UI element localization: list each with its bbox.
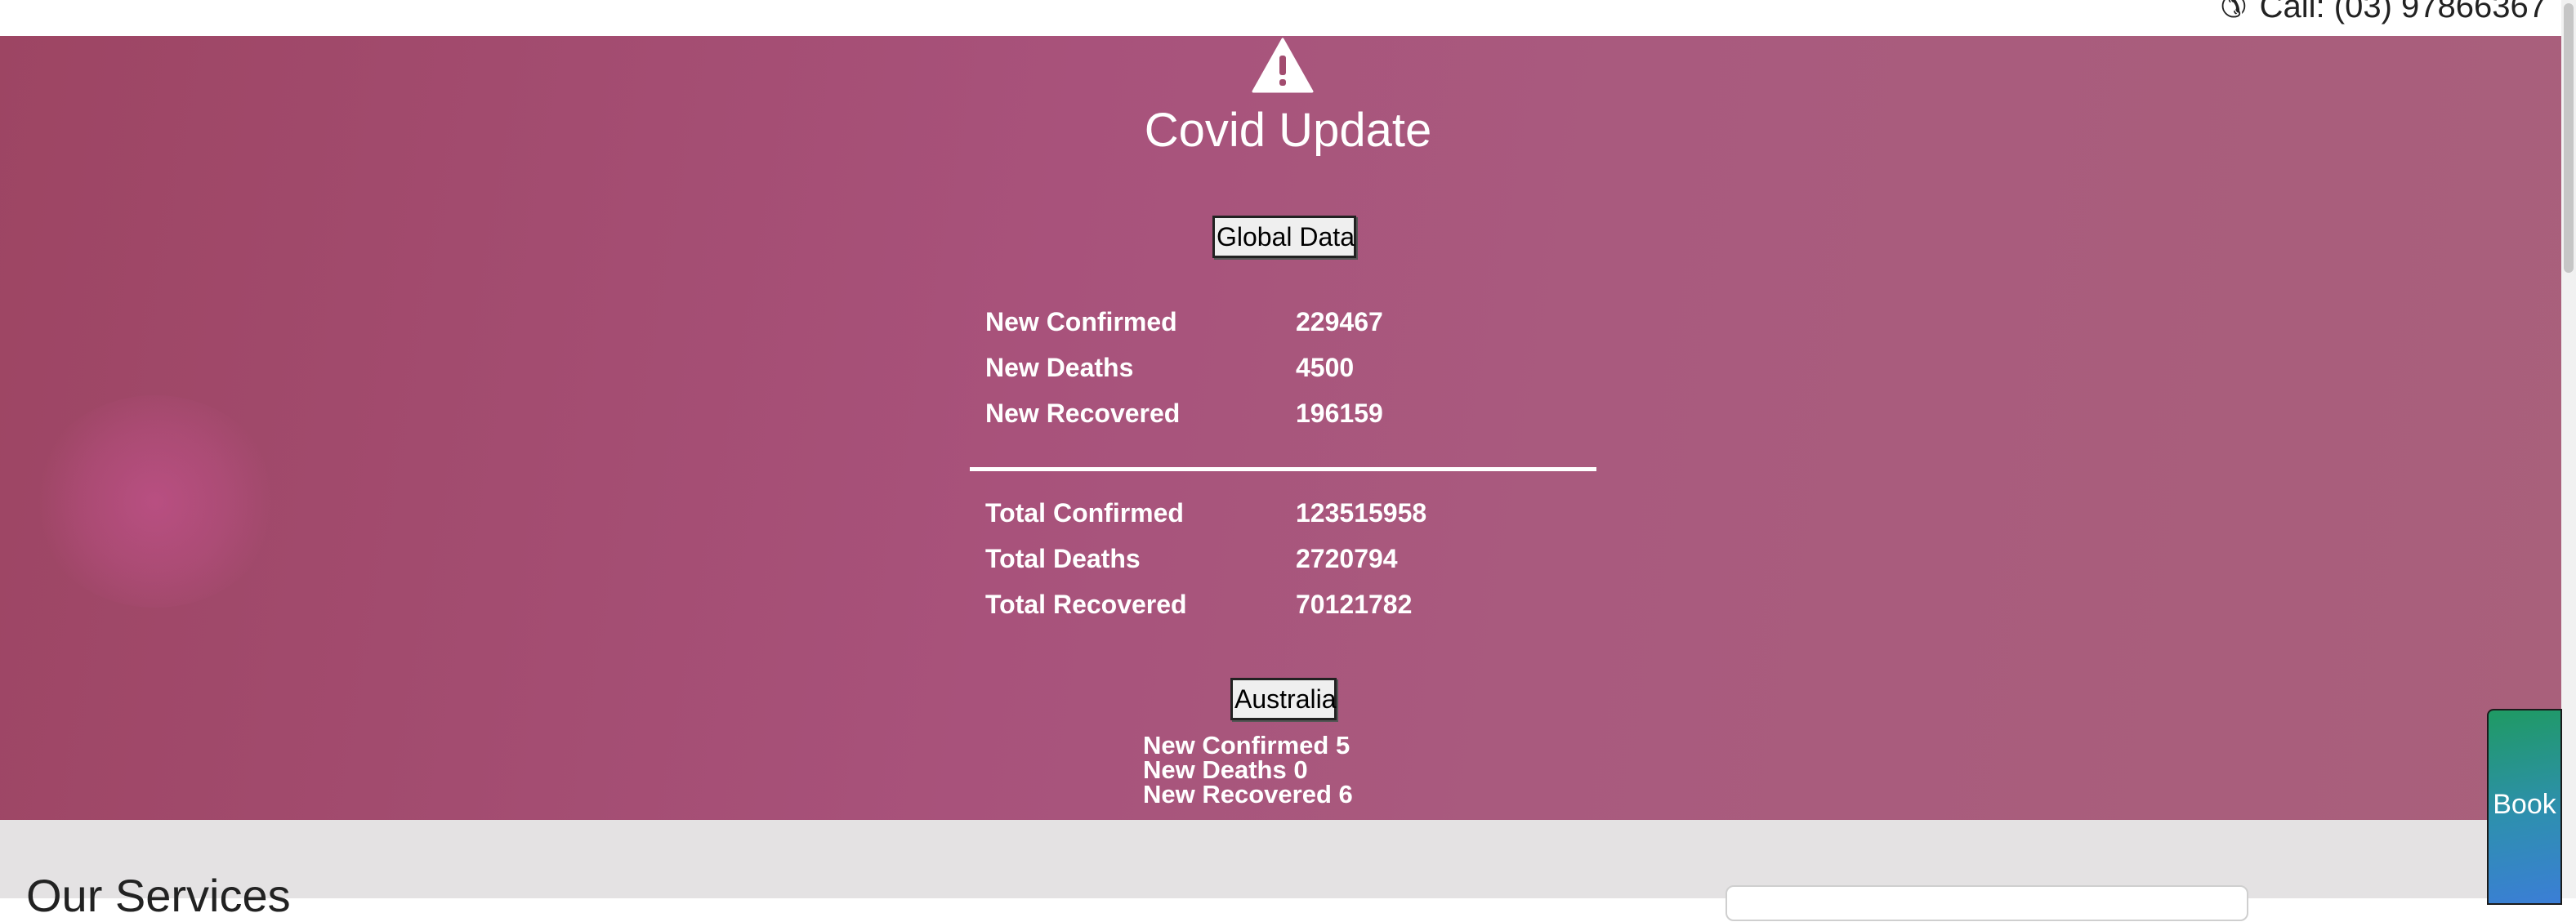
services-title: Our Services — [26, 870, 291, 921]
global-data-button[interactable]: Global Data — [1212, 216, 1356, 258]
stat-value: 70121782 — [1296, 589, 1413, 619]
list-item: New Confirmed 5 — [1143, 731, 1351, 759]
phone-icon: ✆ — [2220, 0, 2247, 24]
australia-button[interactable]: Australia — [1230, 678, 1337, 720]
stat-label: New Deaths — [985, 352, 1134, 382]
stat-label: Total Deaths — [985, 543, 1141, 573]
stat-row: Total Deaths 2720794 — [985, 536, 1426, 581]
book-label: Book — [2493, 789, 2556, 820]
stats-divider — [970, 467, 1596, 471]
scrollbar-thumb[interactable] — [2564, 3, 2574, 273]
page-scrollbar[interactable] — [2561, 0, 2576, 898]
stat-row: New Confirmed 229467 — [985, 299, 1383, 345]
services-section: Our Services — [0, 820, 2576, 921]
list-item: New Deaths 0 — [1143, 755, 1308, 784]
services-card — [1726, 885, 2248, 921]
stat-label: Total Confirmed — [985, 497, 1184, 528]
call-link[interactable]: ✆ Call: (03) 97866367 — [2221, 0, 2547, 25]
stat-value: 4500 — [1296, 352, 1355, 382]
covid-update-section: Covid Update Global Data New Confirmed 2… — [0, 36, 2576, 820]
call-text: Call: (03) 97866367 — [2259, 0, 2547, 24]
stat-row: New Recovered 196159 — [985, 390, 1383, 436]
stat-label: New Confirmed — [985, 306, 1177, 336]
page-title: Covid Update — [1144, 104, 1432, 157]
list-item: New Recovered 6 — [1143, 780, 1353, 808]
stat-row: Total Recovered 70121782 — [985, 581, 1426, 627]
stat-label: Total Recovered — [985, 589, 1187, 619]
stat-value: 123515958 — [1296, 497, 1427, 528]
stat-value: 196159 — [1296, 398, 1383, 428]
stat-row: New Deaths 4500 — [985, 345, 1383, 390]
background-blur-blob — [33, 395, 278, 608]
stat-value: 229467 — [1296, 306, 1383, 336]
stat-label: New Recovered — [985, 398, 1181, 428]
australia-stats: New Confirmed 5 New Deaths 0 New Recover… — [1143, 733, 1353, 807]
warning-icon — [1252, 38, 1314, 93]
global-new-stats: New Confirmed 229467 New Deaths 4500 New… — [985, 299, 1383, 436]
global-total-stats: Total Confirmed 123515958 Total Deaths 2… — [985, 490, 1426, 627]
top-bar: ✆ Call: (03) 97866367 — [0, 0, 2576, 36]
stat-value: 2720794 — [1296, 543, 1398, 573]
stat-row: Total Confirmed 123515958 — [985, 490, 1426, 536]
book-button[interactable]: Book — [2487, 709, 2562, 905]
